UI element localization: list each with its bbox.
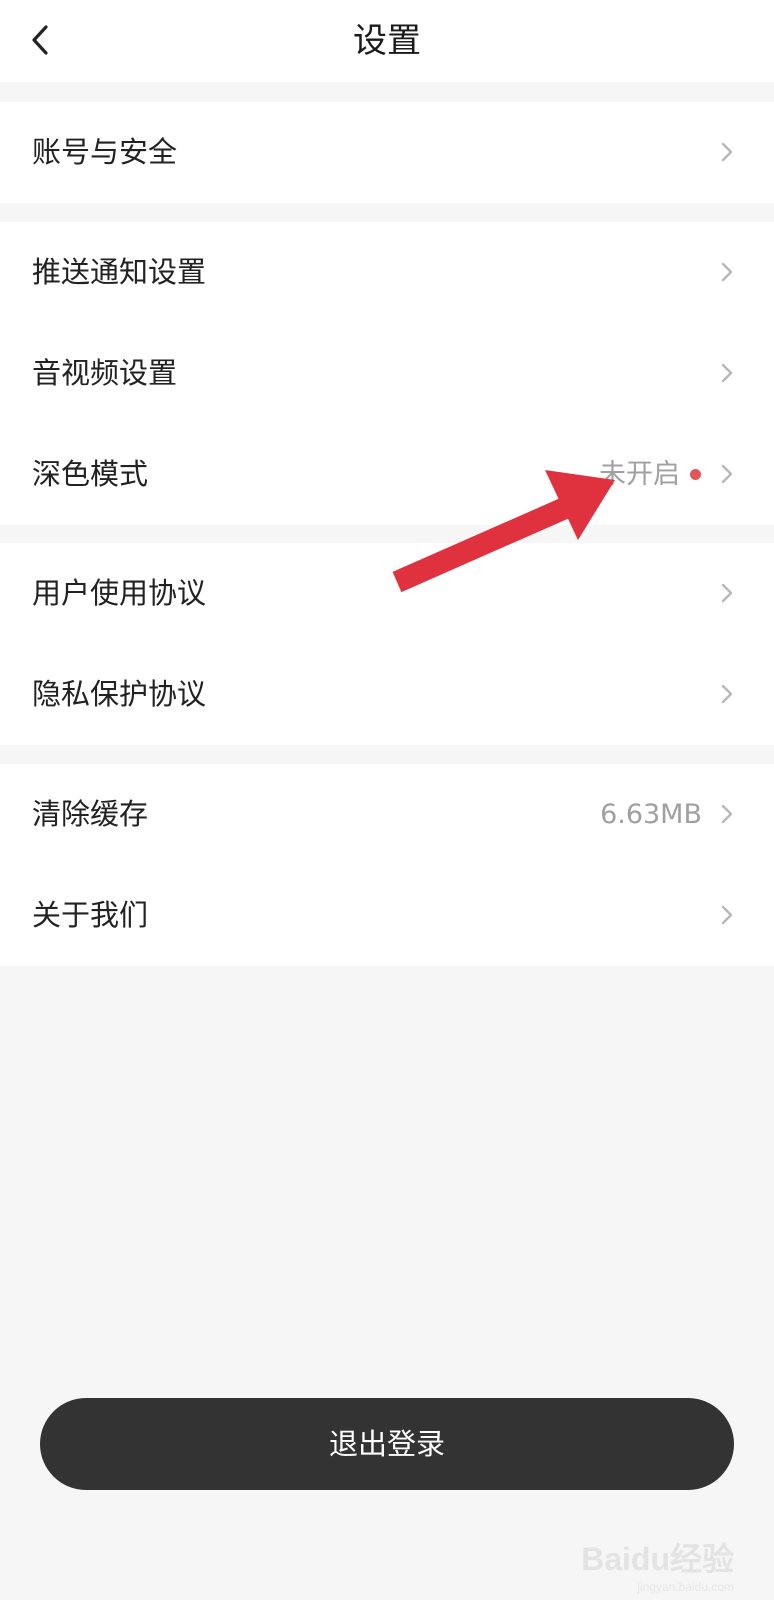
- chevron-right-icon: [721, 583, 733, 603]
- dark-mode-status: 未开启: [599, 459, 680, 490]
- settings-group-preferences: 推送通知设置 音视频设置 深色模式 未开启: [0, 222, 774, 525]
- row-clear-cache[interactable]: 清除缓存 6.63MB: [0, 764, 774, 865]
- settings-group-misc: 清除缓存 6.63MB 关于我们: [0, 764, 774, 966]
- row-label: 账号与安全: [32, 135, 178, 169]
- row-label: 清除缓存: [32, 797, 149, 831]
- row-label: 关于我们: [32, 898, 149, 932]
- chevron-right-icon: [721, 262, 733, 282]
- row-about-us[interactable]: 关于我们: [0, 865, 774, 966]
- chevron-right-icon: [721, 684, 733, 704]
- cache-size: 6.63MB: [600, 799, 702, 830]
- settings-group-account: 账号与安全: [0, 102, 774, 203]
- settings-page: 设置 账号与安全 推送通知设置 音视频设置 深色模式 未开启 用户使用协议 隐私…: [0, 0, 774, 1600]
- logout-button[interactable]: 退出登录: [40, 1398, 734, 1490]
- chevron-right-icon: [721, 142, 733, 162]
- nav-bar: 设置: [0, 0, 774, 82]
- row-user-agreement[interactable]: 用户使用协议: [0, 543, 774, 644]
- chevron-right-icon: [721, 464, 733, 484]
- row-push-notifications[interactable]: 推送通知设置: [0, 222, 774, 323]
- row-label: 推送通知设置: [32, 255, 207, 289]
- baidu-watermark-url: jingyan.baidu.com: [637, 1580, 734, 1594]
- row-label: 音视频设置: [32, 356, 178, 390]
- baidu-watermark: Baidu经验: [581, 1541, 734, 1577]
- settings-group-agreements: 用户使用协议 隐私保护协议: [0, 543, 774, 745]
- row-account-security[interactable]: 账号与安全: [0, 102, 774, 203]
- chevron-right-icon: [721, 363, 733, 383]
- red-dot-badge: [690, 469, 701, 480]
- row-label: 用户使用协议: [32, 576, 207, 610]
- chevron-right-icon: [721, 905, 733, 925]
- row-label: 深色模式: [32, 457, 149, 491]
- chevron-right-icon: [721, 804, 733, 824]
- row-privacy-policy[interactable]: 隐私保护协议: [0, 644, 774, 745]
- row-dark-mode[interactable]: 深色模式 未开启: [0, 424, 774, 525]
- row-label: 隐私保护协议: [32, 677, 207, 711]
- page-title: 设置: [353, 21, 421, 61]
- row-audio-video[interactable]: 音视频设置: [0, 323, 774, 424]
